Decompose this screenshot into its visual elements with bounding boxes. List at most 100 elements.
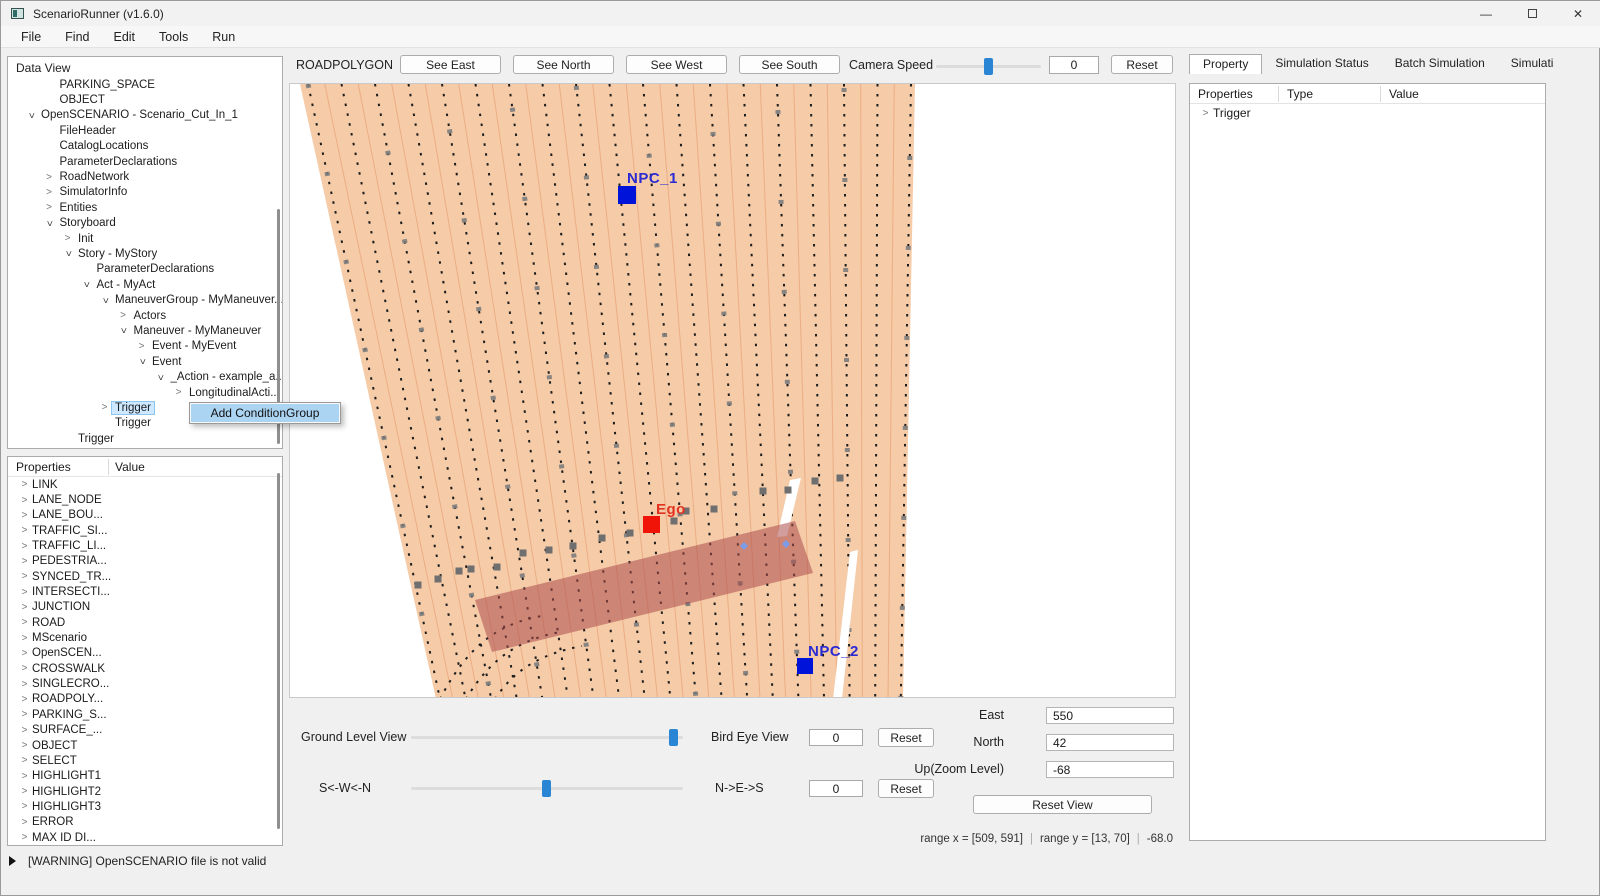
maximize-button[interactable]	[1509, 1, 1555, 26]
map-viewport[interactable]: NPC_1EgoNPC_2	[289, 83, 1176, 698]
property-item[interactable]: >PARKING_S...	[8, 707, 282, 722]
chevron-right-icon[interactable]: >	[116, 310, 131, 321]
tab-batch-simulation[interactable]: Batch Simulation	[1382, 54, 1498, 74]
chevron-right-icon[interactable]: >	[17, 679, 32, 690]
yaw-reset-button[interactable]: Reset	[878, 779, 934, 798]
chevron-right-icon[interactable]: >	[171, 387, 186, 398]
context-menu-item[interactable]: Add ConditionGroup	[191, 404, 339, 422]
chevron-right-icon[interactable]: >	[17, 771, 32, 782]
chevron-down-icon[interactable]: >	[116, 325, 131, 336]
property-item[interactable]: >ROAD	[8, 615, 282, 630]
chevron-right-icon[interactable]: >	[17, 495, 32, 506]
property-item[interactable]: >HIGHLIGHT3	[8, 799, 282, 814]
ground-level-slider[interactable]	[411, 729, 683, 746]
tree-item[interactable]: CatalogLocations	[8, 139, 282, 154]
slider-handle[interactable]	[984, 58, 993, 75]
chevron-right-icon[interactable]: >	[17, 709, 32, 720]
tree-item[interactable]: >OpenSCENARIO - Scenario_Cut_In_1	[8, 108, 282, 123]
chevron-right-icon[interactable]: >	[97, 402, 112, 413]
property-item[interactable]: >CROSSWALK	[8, 661, 282, 676]
tree-item[interactable]: ParameterDeclarations	[8, 262, 282, 277]
tab-property[interactable]: Property	[1189, 54, 1262, 74]
property-item[interactable]: >LANE_BOU...	[8, 508, 282, 523]
tree-item[interactable]: >_Action - example_a...	[8, 369, 282, 384]
see-button-south[interactable]: See South	[739, 55, 840, 74]
chevron-right-icon[interactable]: >	[17, 663, 32, 674]
camera-speed-reset-button[interactable]: Reset	[1111, 55, 1173, 74]
property-item[interactable]: >LANE_NODE	[8, 492, 282, 507]
entity-marker-npc_1[interactable]	[618, 186, 636, 204]
tree-item[interactable]: >Evaluation	[8, 446, 282, 449]
yaw-slider[interactable]	[411, 780, 683, 797]
menu-edit[interactable]: Edit	[101, 28, 147, 46]
property-item[interactable]: >HIGHLIGHT1	[8, 769, 282, 784]
property-item[interactable]: >SURFACE_...	[8, 723, 282, 738]
chevron-right-icon[interactable]: >	[17, 648, 32, 659]
chevron-right-icon[interactable]: >	[17, 633, 32, 644]
property-item[interactable]: >TRAFFIC_SI...	[8, 523, 282, 538]
chevron-down-icon[interactable]: >	[79, 279, 94, 290]
tree-item[interactable]: >ManeuverGroup - MyManeuver...	[8, 292, 282, 307]
menu-file[interactable]: File	[9, 28, 53, 46]
chevron-right-icon[interactable]: >	[1198, 108, 1213, 119]
chevron-right-icon[interactable]: >	[17, 817, 32, 828]
tree-item[interactable]: >SimulatorInfo	[8, 185, 282, 200]
chevron-right-icon[interactable]: >	[17, 587, 32, 598]
tree-item[interactable]: Trigger	[8, 431, 282, 446]
chevron-right-icon[interactable]: >	[17, 725, 32, 736]
property-item[interactable]: >LINK	[8, 477, 282, 492]
yaw-input[interactable]: 0	[809, 780, 863, 797]
close-button[interactable]: ✕	[1555, 1, 1600, 26]
chevron-right-icon[interactable]: >	[17, 602, 32, 613]
reset-view-button[interactable]: Reset View	[973, 795, 1152, 814]
chevron-down-icon[interactable]: >	[23, 110, 38, 121]
property-row[interactable]: >Trigger	[1190, 104, 1545, 122]
tree-item[interactable]: >Act - MyAct	[8, 277, 282, 292]
tree-item[interactable]: >Storyboard	[8, 216, 282, 231]
property-item[interactable]: >HIGHLIGHT2	[8, 784, 282, 799]
expand-arrow-icon[interactable]	[9, 856, 16, 866]
tree-item[interactable]: ParameterDeclarations	[8, 154, 282, 169]
chevron-down-icon[interactable]: >	[42, 218, 57, 229]
slider-handle[interactable]	[669, 729, 678, 746]
see-button-north[interactable]: See North	[513, 55, 614, 74]
chevron-down-icon[interactable]: >	[153, 372, 168, 383]
tree-item[interactable]: PARKING_SPACE	[8, 77, 282, 92]
chevron-right-icon[interactable]: >	[17, 740, 32, 751]
menu-tools[interactable]: Tools	[147, 28, 200, 46]
see-button-west[interactable]: See West	[626, 55, 727, 74]
chevron-right-icon[interactable]: >	[17, 525, 32, 536]
chevron-right-icon[interactable]: >	[17, 571, 32, 582]
east-input[interactable]: 550	[1046, 707, 1174, 724]
see-button-east[interactable]: See East	[400, 55, 501, 74]
tree-item[interactable]: >Event	[8, 354, 282, 369]
entity-marker-ego[interactable]	[643, 516, 660, 533]
tree-item[interactable]: >Story - MyStory	[8, 246, 282, 261]
chevron-right-icon[interactable]: >	[17, 510, 32, 521]
property-item[interactable]: >TRAFFIC_LI...	[8, 538, 282, 553]
tree-item[interactable]: >LongitudinalActi...	[8, 385, 282, 400]
tree-item[interactable]: OBJECT	[8, 92, 282, 107]
tree-item[interactable]: >Event - MyEvent	[8, 339, 282, 354]
tree-item[interactable]: FileHeader	[8, 123, 282, 138]
chevron-right-icon[interactable]: >	[17, 694, 32, 705]
chevron-right-icon[interactable]: >	[17, 556, 32, 567]
chevron-right-icon[interactable]: >	[134, 341, 149, 352]
chevron-right-icon[interactable]: >	[17, 617, 32, 628]
tree-item[interactable]: >Entities	[8, 200, 282, 215]
property-item[interactable]: >ROADPOLY...	[8, 692, 282, 707]
chevron-down-icon[interactable]: >	[134, 356, 149, 367]
chevron-right-icon[interactable]: >	[17, 755, 32, 766]
minimize-button[interactable]: —	[1463, 1, 1509, 26]
entity-marker-npc_2[interactable]	[797, 658, 813, 674]
bird-eye-input[interactable]: 0	[809, 729, 863, 746]
tree-item[interactable]: >RoadNetwork	[8, 169, 282, 184]
chevron-right-icon[interactable]: >	[60, 233, 75, 244]
property-item[interactable]: >OpenSCEN...	[8, 646, 282, 661]
chevron-right-icon[interactable]: >	[17, 479, 32, 490]
property-item[interactable]: >SYNCED_TR...	[8, 569, 282, 584]
tree-item[interactable]: >Actors	[8, 308, 282, 323]
camera-speed-input[interactable]: 0	[1049, 56, 1099, 74]
tree-item[interactable]: >Maneuver - MyManeuver	[8, 323, 282, 338]
property-item[interactable]: >ERROR	[8, 815, 282, 830]
